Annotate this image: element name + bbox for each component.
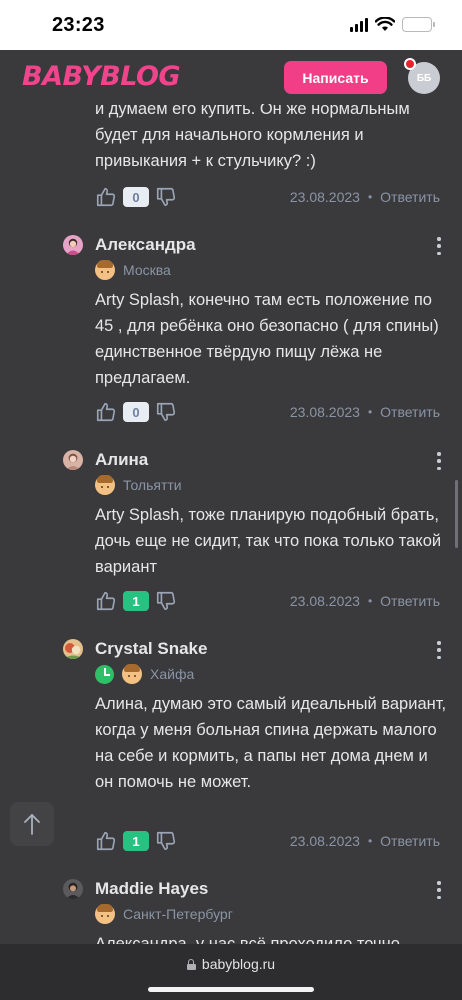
status-face-icon xyxy=(122,664,142,684)
comment-date: 23.08.2023 xyxy=(289,833,360,849)
status-time: 23:23 xyxy=(52,14,105,36)
comment-text: и думаем его купить. Он же нормальным бу… xyxy=(95,104,410,170)
scroll-to-top-button[interactable] xyxy=(10,802,54,846)
author-meta: Тольятти xyxy=(95,474,182,496)
site-header: BABYBLOG Написать ББ xyxy=(0,50,462,104)
like-icon[interactable] xyxy=(95,590,117,612)
status-icons xyxy=(350,17,435,32)
site-logo[interactable]: BABYBLOG xyxy=(22,61,181,92)
author-meta: Москва xyxy=(95,259,171,281)
url-text: babyblog.ru xyxy=(201,956,276,972)
author-name[interactable]: Crystal Snake xyxy=(95,639,207,659)
avatar[interactable] xyxy=(63,639,83,659)
home-indicator[interactable] xyxy=(148,987,314,992)
author-name[interactable]: Александра xyxy=(95,235,196,255)
status-face-icon xyxy=(95,904,115,924)
comments-list: и думаем его купить. Он же нормальным бу… xyxy=(0,104,462,944)
reply-link[interactable]: Ответить xyxy=(380,189,440,205)
author-city: Москва xyxy=(123,262,171,278)
comment-actions: 0 23.08.2023 • Ответить xyxy=(95,184,440,210)
like-count: 1 xyxy=(123,591,149,611)
like-icon[interactable] xyxy=(95,830,117,852)
url-bar[interactable]: babyblog.ru xyxy=(0,956,462,972)
separator-dot: • xyxy=(367,594,373,608)
separator-dot: • xyxy=(367,190,373,204)
signal-icon xyxy=(350,17,368,32)
like-count: 0 xyxy=(123,402,149,422)
browser-bottom-bar: babyblog.ru xyxy=(0,944,462,1000)
like-count: 1 xyxy=(123,831,149,851)
comment-text: Алина, думаю это самый идеальный вариант… xyxy=(95,695,447,791)
reply-link[interactable]: Ответить xyxy=(380,593,440,609)
like-count: 0 xyxy=(123,187,149,207)
more-icon[interactable] xyxy=(432,641,446,659)
author-name[interactable]: Maddie Hayes xyxy=(95,879,208,899)
separator-dot: • xyxy=(367,405,373,419)
avatar[interactable] xyxy=(63,235,83,255)
dislike-icon[interactable] xyxy=(155,830,177,852)
more-icon[interactable] xyxy=(432,881,446,899)
notification-badge xyxy=(404,58,416,70)
more-icon[interactable] xyxy=(432,237,446,255)
comment-date: 23.08.2023 xyxy=(289,593,360,609)
author-meta: Хайфа xyxy=(95,663,194,685)
author-city: Хайфа xyxy=(150,666,195,682)
arrow-up-icon xyxy=(24,814,40,835)
lock-icon xyxy=(186,958,196,970)
author-city: Тольятти xyxy=(123,477,182,493)
like-icon[interactable] xyxy=(95,401,117,423)
battery-icon xyxy=(402,17,435,32)
comment-actions: 1 23.08.2023 • Ответить xyxy=(95,588,440,614)
author-meta: Санкт-Петербург xyxy=(95,903,233,925)
scrollbar[interactable] xyxy=(455,480,458,548)
status-bar: 23:23 xyxy=(0,0,462,50)
avatar[interactable] xyxy=(63,450,83,470)
comment-text: Arty Splash, конечно там есть положение … xyxy=(95,291,439,387)
dislike-icon[interactable] xyxy=(155,590,177,612)
author-name[interactable]: Алина xyxy=(95,450,148,470)
comment-date: 23.08.2023 xyxy=(289,404,360,420)
reply-link[interactable]: Ответить xyxy=(380,833,440,849)
author-city: Санкт-Петербург xyxy=(123,906,233,922)
wifi-icon xyxy=(375,17,395,31)
like-icon[interactable] xyxy=(95,186,117,208)
comment-text: Arty Splash, тоже планирую подобный брат… xyxy=(95,506,442,576)
avatar[interactable] xyxy=(63,879,83,899)
write-button[interactable]: Написать xyxy=(284,61,387,94)
comment-text: Александра, у нас всё проходило точно xyxy=(95,935,400,944)
dislike-icon[interactable] xyxy=(155,401,177,423)
clock-icon xyxy=(95,664,114,684)
separator-dot: • xyxy=(367,834,373,848)
comment-actions: 0 23.08.2023 • Ответить xyxy=(95,399,440,425)
status-face-icon xyxy=(95,475,115,495)
comment-date: 23.08.2023 xyxy=(289,189,360,205)
comment-actions: 1 23.08.2023 • Ответить xyxy=(95,828,440,854)
reply-link[interactable]: Ответить xyxy=(380,404,440,420)
dislike-icon[interactable] xyxy=(155,186,177,208)
more-icon[interactable] xyxy=(432,452,446,470)
status-face-icon xyxy=(95,260,115,280)
